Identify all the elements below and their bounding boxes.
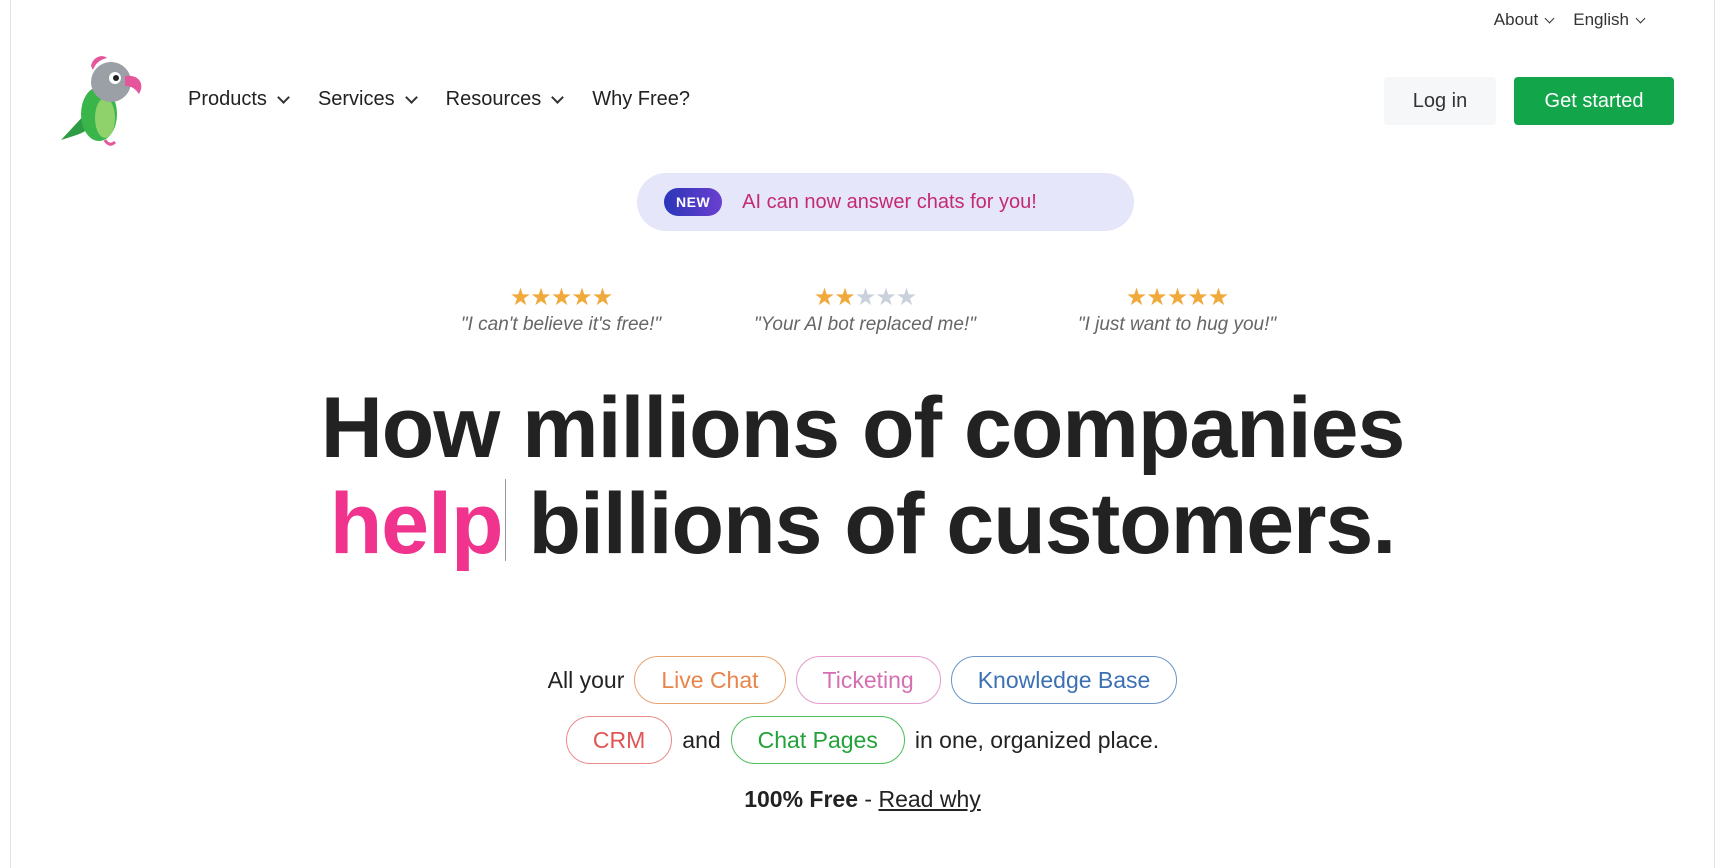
- read-why-link[interactable]: Read why: [878, 786, 980, 812]
- headline-line1: How millions of companies: [320, 380, 1406, 476]
- nav-resources-label: Resources: [445, 88, 542, 110]
- tag-live-chat[interactable]: Live Chat: [634, 656, 786, 704]
- nav-products[interactable]: Products: [188, 88, 290, 111]
- star-filled-icon: ★: [1207, 284, 1229, 311]
- star-filled-icon: ★: [1146, 284, 1167, 311]
- login-button[interactable]: Log in: [1384, 77, 1496, 125]
- testimonial-quote: "Your AI bot replaced me!": [754, 314, 976, 335]
- nav-services[interactable]: Services: [317, 88, 418, 111]
- star-filled-icon: ★: [1166, 284, 1188, 311]
- language-selector[interactable]: English: [1573, 10, 1646, 30]
- features-and: and: [682, 726, 721, 753]
- star-filled-icon: ★: [530, 284, 551, 311]
- star-rating: ★★★★★: [411, 284, 711, 312]
- headline-accent-word: help: [329, 476, 504, 572]
- star-filled-icon: ★: [591, 284, 613, 311]
- nav-products-label: Products: [188, 88, 267, 110]
- chevron-down-icon: [551, 91, 565, 104]
- parrot-logo-icon[interactable]: [55, 54, 145, 148]
- about-menu[interactable]: About: [1493, 10, 1555, 30]
- star-filled-icon: ★: [509, 284, 531, 311]
- testimonial-quote: "I can't believe it's free!": [460, 314, 662, 335]
- nav-why-free-label: Why Free?: [592, 88, 691, 110]
- hero-headline: How millions of companies help billions …: [11, 380, 1714, 572]
- chevron-down-icon: [1544, 13, 1555, 23]
- nav-services-label: Services: [317, 88, 395, 110]
- features-suffix: in one, organized place.: [914, 726, 1160, 753]
- tag-knowledge-base[interactable]: Knowledge Base: [950, 656, 1178, 704]
- star-empty-icon: ★: [854, 284, 876, 311]
- testimonial-quote: "I just want to hug you!": [1077, 314, 1277, 335]
- chevron-down-icon: [277, 91, 290, 104]
- star-filled-icon: ★: [571, 284, 592, 311]
- get-started-button[interactable]: Get started: [1514, 77, 1674, 125]
- announcement-banner[interactable]: NEW AI can now answer chats for you!: [637, 173, 1134, 231]
- star-rating: ★★★★★: [715, 284, 1015, 312]
- star-filled-icon: ★: [1187, 284, 1208, 311]
- nav-resources[interactable]: Resources: [445, 88, 565, 111]
- tag-crm[interactable]: CRM: [565, 716, 673, 764]
- star-filled-icon: ★: [1125, 284, 1147, 311]
- tag-chat-pages[interactable]: Chat Pages: [730, 716, 905, 764]
- chevron-down-icon: [404, 91, 418, 104]
- star-empty-icon: ★: [895, 284, 917, 311]
- announcement-text: AI can now answer chats for you!: [742, 190, 1037, 213]
- about-label: About: [1493, 10, 1539, 29]
- free-separator: -: [858, 786, 879, 812]
- language-label: English: [1573, 10, 1629, 29]
- testimonial-card: ★★★★★ "I can't believe it's free!": [411, 284, 711, 336]
- free-label: 100% Free: [744, 786, 859, 812]
- features-row: All your Live Chat Ticketing Knowledge B…: [11, 656, 1714, 704]
- testimonial-card: ★★★★★ "Your AI bot replaced me!": [715, 284, 1015, 336]
- main-nav: Products Services Resources Why Free?: [188, 88, 690, 111]
- star-filled-icon: ★: [834, 284, 855, 311]
- star-filled-icon: ★: [813, 284, 835, 311]
- star-filled-icon: ★: [550, 284, 572, 311]
- features-prefix: All your: [547, 666, 625, 693]
- free-line: 100% Free - Read why: [11, 786, 1714, 813]
- testimonial-card: ★★★★★ "I just want to hug you!": [1027, 284, 1327, 336]
- page: About English Products Services Resource…: [10, 0, 1715, 868]
- utility-bar: About English: [1493, 10, 1646, 30]
- tag-ticketing[interactable]: Ticketing: [795, 656, 941, 704]
- chevron-down-icon: [1635, 13, 1646, 23]
- star-rating: ★★★★★: [1027, 284, 1327, 312]
- features-row: CRM and Chat Pages in one, organized pla…: [11, 716, 1714, 764]
- headline-line2: billions of customers.: [505, 476, 1396, 572]
- star-empty-icon: ★: [875, 284, 896, 311]
- new-badge: NEW: [664, 188, 723, 216]
- nav-why-free[interactable]: Why Free?: [592, 88, 690, 111]
